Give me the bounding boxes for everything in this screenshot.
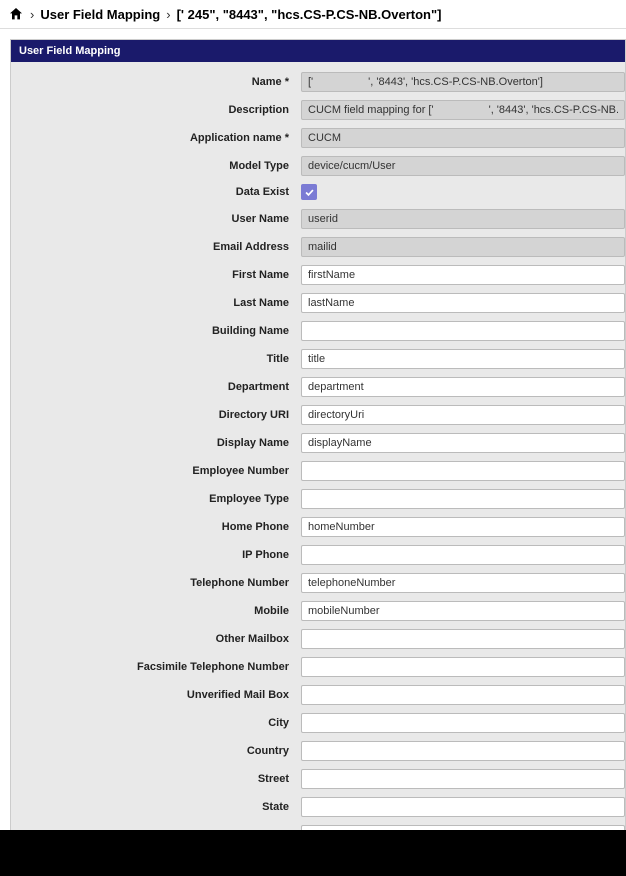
input-email-address[interactable] <box>301 237 625 257</box>
label-user-name: User Name <box>11 213 301 225</box>
breadcrumb-item-2: [' 245", "8443", "hcs.CS-P.CS-NB.Overton… <box>177 7 442 22</box>
input-user-name[interactable] <box>301 209 625 229</box>
label-model-type: Model Type <box>11 160 301 172</box>
input-city[interactable] <box>301 713 625 733</box>
breadcrumb-item-1[interactable]: User Field Mapping <box>40 7 160 22</box>
label-state: State <box>11 801 301 813</box>
label-directory-uri: Directory URI <box>11 409 301 421</box>
input-unverified-mailbox[interactable] <box>301 685 625 705</box>
label-facsimile: Facsimile Telephone Number <box>11 661 301 673</box>
label-employee-type: Employee Type <box>11 493 301 505</box>
label-display-name: Display Name <box>11 437 301 449</box>
label-data-exist: Data Exist <box>11 186 301 198</box>
input-department[interactable] <box>301 377 625 397</box>
label-mobile: Mobile <box>11 605 301 617</box>
input-name[interactable] <box>301 72 625 92</box>
label-other-mailbox: Other Mailbox <box>11 633 301 645</box>
input-title[interactable] <box>301 349 625 369</box>
input-ip-phone[interactable] <box>301 545 625 565</box>
input-directory-uri[interactable] <box>301 405 625 425</box>
panel-title: User Field Mapping <box>11 40 625 62</box>
input-facsimile[interactable] <box>301 657 625 677</box>
breadcrumb: › User Field Mapping › [' 245", "8443", … <box>0 0 626 29</box>
home-icon[interactable] <box>8 6 24 22</box>
label-city: City <box>11 717 301 729</box>
label-postal-code: Postal Code <box>11 829 301 831</box>
form-body: Name * Description Application name * Mo… <box>11 62 625 830</box>
input-postal-code[interactable] <box>301 825 625 831</box>
label-last-name: Last Name <box>11 297 301 309</box>
input-last-name[interactable] <box>301 293 625 313</box>
label-street: Street <box>11 773 301 785</box>
input-display-name[interactable] <box>301 433 625 453</box>
chevron-right-icon: › <box>30 7 34 22</box>
label-unverified-mailbox: Unverified Mail Box <box>11 689 301 701</box>
label-department: Department <box>11 381 301 393</box>
checkbox-data-exist[interactable] <box>301 184 317 200</box>
label-employee-number: Employee Number <box>11 465 301 477</box>
input-home-phone[interactable] <box>301 517 625 537</box>
input-employee-number[interactable] <box>301 461 625 481</box>
label-home-phone: Home Phone <box>11 521 301 533</box>
input-street[interactable] <box>301 769 625 789</box>
label-building-name: Building Name <box>11 325 301 337</box>
form-panel: User Field Mapping Name * Description Ap… <box>10 39 626 830</box>
input-application-name[interactable] <box>301 128 625 148</box>
label-name: Name * <box>11 76 301 88</box>
input-model-type[interactable] <box>301 156 625 176</box>
input-country[interactable] <box>301 741 625 761</box>
label-description: Description <box>11 104 301 116</box>
label-telephone-number: Telephone Number <box>11 577 301 589</box>
label-ip-phone: IP Phone <box>11 549 301 561</box>
input-state[interactable] <box>301 797 625 817</box>
input-telephone-number[interactable] <box>301 573 625 593</box>
label-email-address: Email Address <box>11 241 301 253</box>
input-mobile[interactable] <box>301 601 625 621</box>
input-other-mailbox[interactable] <box>301 629 625 649</box>
label-title: Title <box>11 353 301 365</box>
label-first-name: First Name <box>11 269 301 281</box>
chevron-right-icon: › <box>166 7 170 22</box>
input-description[interactable] <box>301 100 625 120</box>
input-employee-type[interactable] <box>301 489 625 509</box>
input-building-name[interactable] <box>301 321 625 341</box>
label-country: Country <box>11 745 301 757</box>
label-application-name: Application name * <box>11 132 301 144</box>
input-first-name[interactable] <box>301 265 625 285</box>
